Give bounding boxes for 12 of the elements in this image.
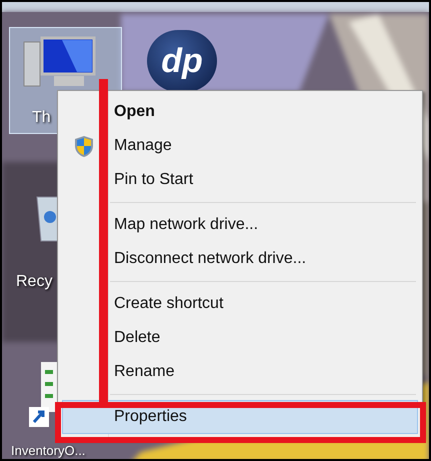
shortcut-icon[interactable]	[29, 362, 59, 427]
icon-label: InventoryO...	[11, 443, 86, 459]
menu-item[interactable]: Delete	[62, 321, 418, 355]
menu-item[interactable]: Manage	[62, 129, 418, 163]
icon-label: Th	[32, 110, 51, 126]
menu-item[interactable]: Map network drive...	[62, 208, 418, 242]
menu-item[interactable]: Disconnect network drive...	[62, 242, 418, 276]
menu-item[interactable]: Pin to Start	[62, 163, 418, 197]
menu-item[interactable]: Create shortcut	[62, 287, 418, 321]
icon-label: Recy	[16, 274, 52, 290]
menu-item[interactable]: Rename	[62, 355, 418, 389]
menu-item[interactable]: Open	[62, 95, 418, 129]
